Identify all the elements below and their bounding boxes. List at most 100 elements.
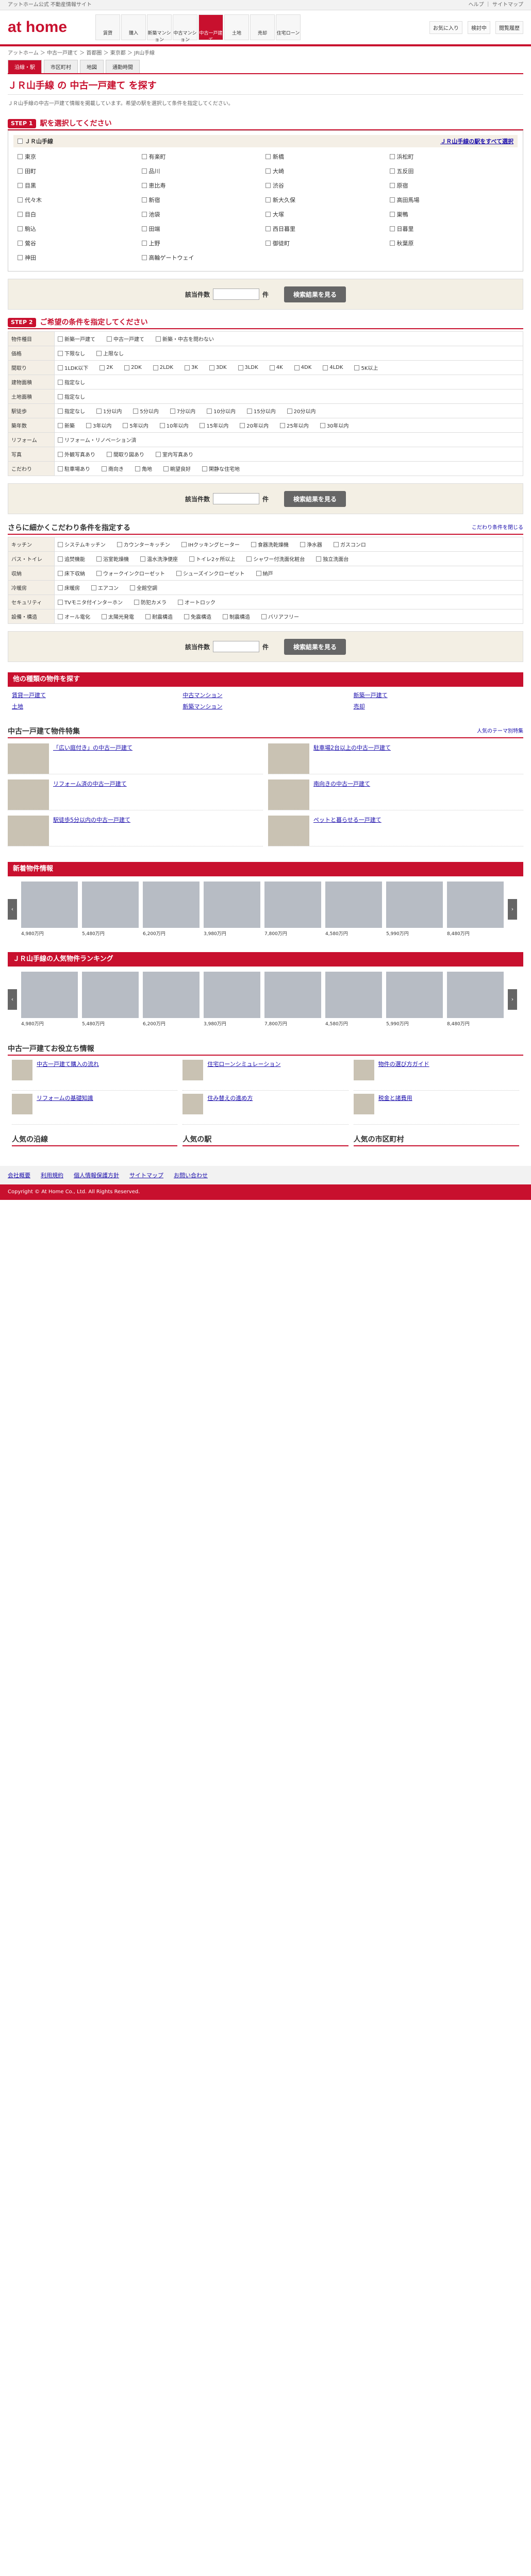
option-checkbox[interactable]: 追焚機能 — [58, 555, 85, 563]
checkbox-icon[interactable] — [163, 466, 169, 471]
option-checkbox[interactable]: バリアフリー — [261, 613, 299, 620]
station-option[interactable]: 浜松町 — [389, 152, 514, 161]
station-option[interactable]: 高輪ゲートウェイ — [141, 253, 266, 262]
special-card[interactable]: 南向きの中古一戸建て — [268, 779, 523, 810]
special-card[interactable]: 駅徒歩5分以内の中古一戸建て — [8, 816, 263, 846]
option-checkbox[interactable]: 20年以内 — [240, 421, 269, 429]
checkbox-icon[interactable] — [316, 556, 322, 562]
station-option[interactable]: 秋葉原 — [389, 239, 514, 247]
option-checkbox[interactable]: シャワー付洗面化粧台 — [246, 555, 305, 563]
footer-link[interactable]: 会社概要 — [8, 1171, 30, 1179]
checkbox-icon[interactable] — [266, 197, 271, 202]
checkbox-icon[interactable] — [96, 570, 102, 576]
special-link[interactable]: 駅徒歩5分以内の中古一戸建て — [53, 816, 130, 846]
help-link[interactable]: リフォームの基礎知識 — [37, 1094, 93, 1124]
checkbox-icon[interactable] — [58, 570, 63, 576]
option-checkbox[interactable]: 2LDK — [153, 364, 173, 371]
checkbox-icon[interactable] — [156, 451, 161, 457]
checkbox-icon[interactable] — [141, 255, 147, 260]
checkbox-icon[interactable] — [202, 466, 207, 471]
checkbox-icon[interactable] — [266, 183, 271, 188]
option-checkbox[interactable]: 指定なし — [58, 407, 85, 415]
checkbox-icon[interactable] — [96, 556, 102, 562]
special-link[interactable]: 南向きの中古一戸建て — [313, 779, 370, 810]
station-option[interactable]: 新大久保 — [266, 196, 390, 204]
help-item[interactable]: リフォームの基礎知識 — [12, 1094, 178, 1125]
checkbox-icon[interactable] — [266, 212, 271, 217]
gnav-loan[interactable]: 住宅ローン — [276, 14, 301, 40]
option-checkbox[interactable]: 10分以内 — [207, 407, 236, 415]
help-link[interactable]: 住宅ローンシミュレーション — [207, 1060, 280, 1090]
option-checkbox[interactable]: エアコン — [91, 584, 119, 591]
related-link[interactable]: 売却 — [354, 702, 519, 710]
option-checkbox[interactable]: 25年以内 — [279, 421, 309, 429]
option-checkbox[interactable]: 3DK — [209, 364, 227, 371]
footer-link[interactable]: 個人情報保護方針 — [74, 1171, 119, 1179]
checkbox-icon[interactable] — [123, 422, 128, 428]
checkbox-icon[interactable] — [18, 168, 23, 174]
checkbox-icon[interactable] — [58, 379, 63, 385]
property-card[interactable]: 7,800万円 — [264, 882, 321, 937]
checkbox-icon[interactable] — [91, 585, 96, 590]
checkbox-icon[interactable] — [145, 614, 151, 619]
option-checkbox[interactable]: 温水洗浄便座 — [140, 555, 178, 563]
property-card[interactable]: 4,580万円 — [325, 972, 382, 1027]
checkbox-icon[interactable] — [58, 451, 63, 457]
property-card[interactable]: 5,480万円 — [82, 972, 139, 1027]
checkbox-icon[interactable] — [58, 394, 63, 399]
station-option[interactable]: 有楽町 — [141, 152, 266, 161]
checkbox-icon[interactable] — [389, 154, 395, 159]
station-option[interactable]: 目白 — [18, 210, 142, 218]
history-button[interactable]: 閲覧履歴 — [495, 21, 523, 34]
checkbox-icon[interactable] — [320, 422, 325, 428]
option-checkbox[interactable]: 4LDK — [323, 364, 343, 371]
tab-map[interactable]: 地図 — [80, 60, 104, 73]
gnav-used-house[interactable]: 中古一戸建て — [198, 14, 223, 43]
option-checkbox[interactable]: 20分以内 — [287, 407, 316, 415]
station-option[interactable]: 目黒 — [18, 181, 142, 190]
option-checkbox[interactable]: 7分以内 — [170, 407, 195, 415]
checkbox-icon[interactable] — [102, 466, 107, 471]
option-checkbox[interactable]: 新築 — [58, 421, 75, 429]
special-link[interactable]: 「広い庭付き」の中古一戸建て — [53, 743, 132, 774]
help-item[interactable]: 住宅ローンシミュレーション — [182, 1060, 349, 1091]
option-checkbox[interactable]: 駐車場あり — [58, 465, 90, 472]
checkbox-icon[interactable] — [159, 422, 165, 428]
checkbox-icon[interactable] — [200, 422, 205, 428]
option-checkbox[interactable]: 4DK — [294, 364, 311, 371]
station-option[interactable]: 西日暮里 — [266, 225, 390, 233]
checkbox-icon[interactable] — [266, 168, 271, 174]
special-link[interactable]: 駐車場2台以上の中古一戸建て — [313, 743, 391, 774]
checkbox-icon[interactable] — [58, 541, 63, 547]
checkbox-icon[interactable] — [18, 226, 23, 231]
checkbox-icon[interactable] — [141, 226, 147, 231]
option-checkbox[interactable]: 5K以上 — [354, 364, 378, 371]
option-checkbox[interactable]: 納戸 — [256, 569, 273, 577]
option-checkbox[interactable]: 制震構造 — [223, 613, 250, 620]
prev-arrow-icon[interactable]: ‹ — [8, 899, 17, 920]
checkbox-icon[interactable] — [18, 255, 23, 260]
checkbox-icon[interactable] — [189, 556, 194, 562]
option-checkbox[interactable]: TVモニタ付インターホン — [58, 598, 123, 606]
show-results-button-2[interactable]: 検索結果を見る — [284, 490, 346, 507]
checkbox-icon[interactable] — [141, 197, 147, 202]
help-item[interactable]: 税金と諸費用 — [353, 1094, 519, 1125]
station-option[interactable]: 原宿 — [389, 181, 514, 190]
checkbox-icon[interactable] — [238, 365, 243, 370]
gnav-rent[interactable]: 賃貸 — [95, 14, 120, 40]
site-logo[interactable]: at home — [8, 19, 85, 36]
checkbox-icon[interactable] — [181, 541, 187, 547]
checkbox-icon[interactable] — [141, 212, 147, 217]
related-link[interactable]: 新築マンション — [182, 702, 348, 710]
option-checkbox[interactable]: 太陽光発電 — [102, 613, 134, 620]
property-card[interactable]: 4,980万円 — [21, 972, 78, 1027]
footer-link[interactable]: お問い合わせ — [174, 1171, 208, 1179]
station-option[interactable]: 駒込 — [18, 225, 142, 233]
station-option[interactable]: 恵比寿 — [141, 181, 266, 190]
checkbox-icon[interactable] — [279, 422, 285, 428]
option-checkbox[interactable]: 新築・中古を問わない — [156, 335, 214, 343]
option-checkbox[interactable]: 中古一戸建て — [107, 335, 144, 343]
station-option[interactable]: 鶯谷 — [18, 239, 142, 247]
property-card[interactable]: 4,980万円 — [21, 882, 78, 937]
station-option[interactable]: 新宿 — [141, 196, 266, 204]
